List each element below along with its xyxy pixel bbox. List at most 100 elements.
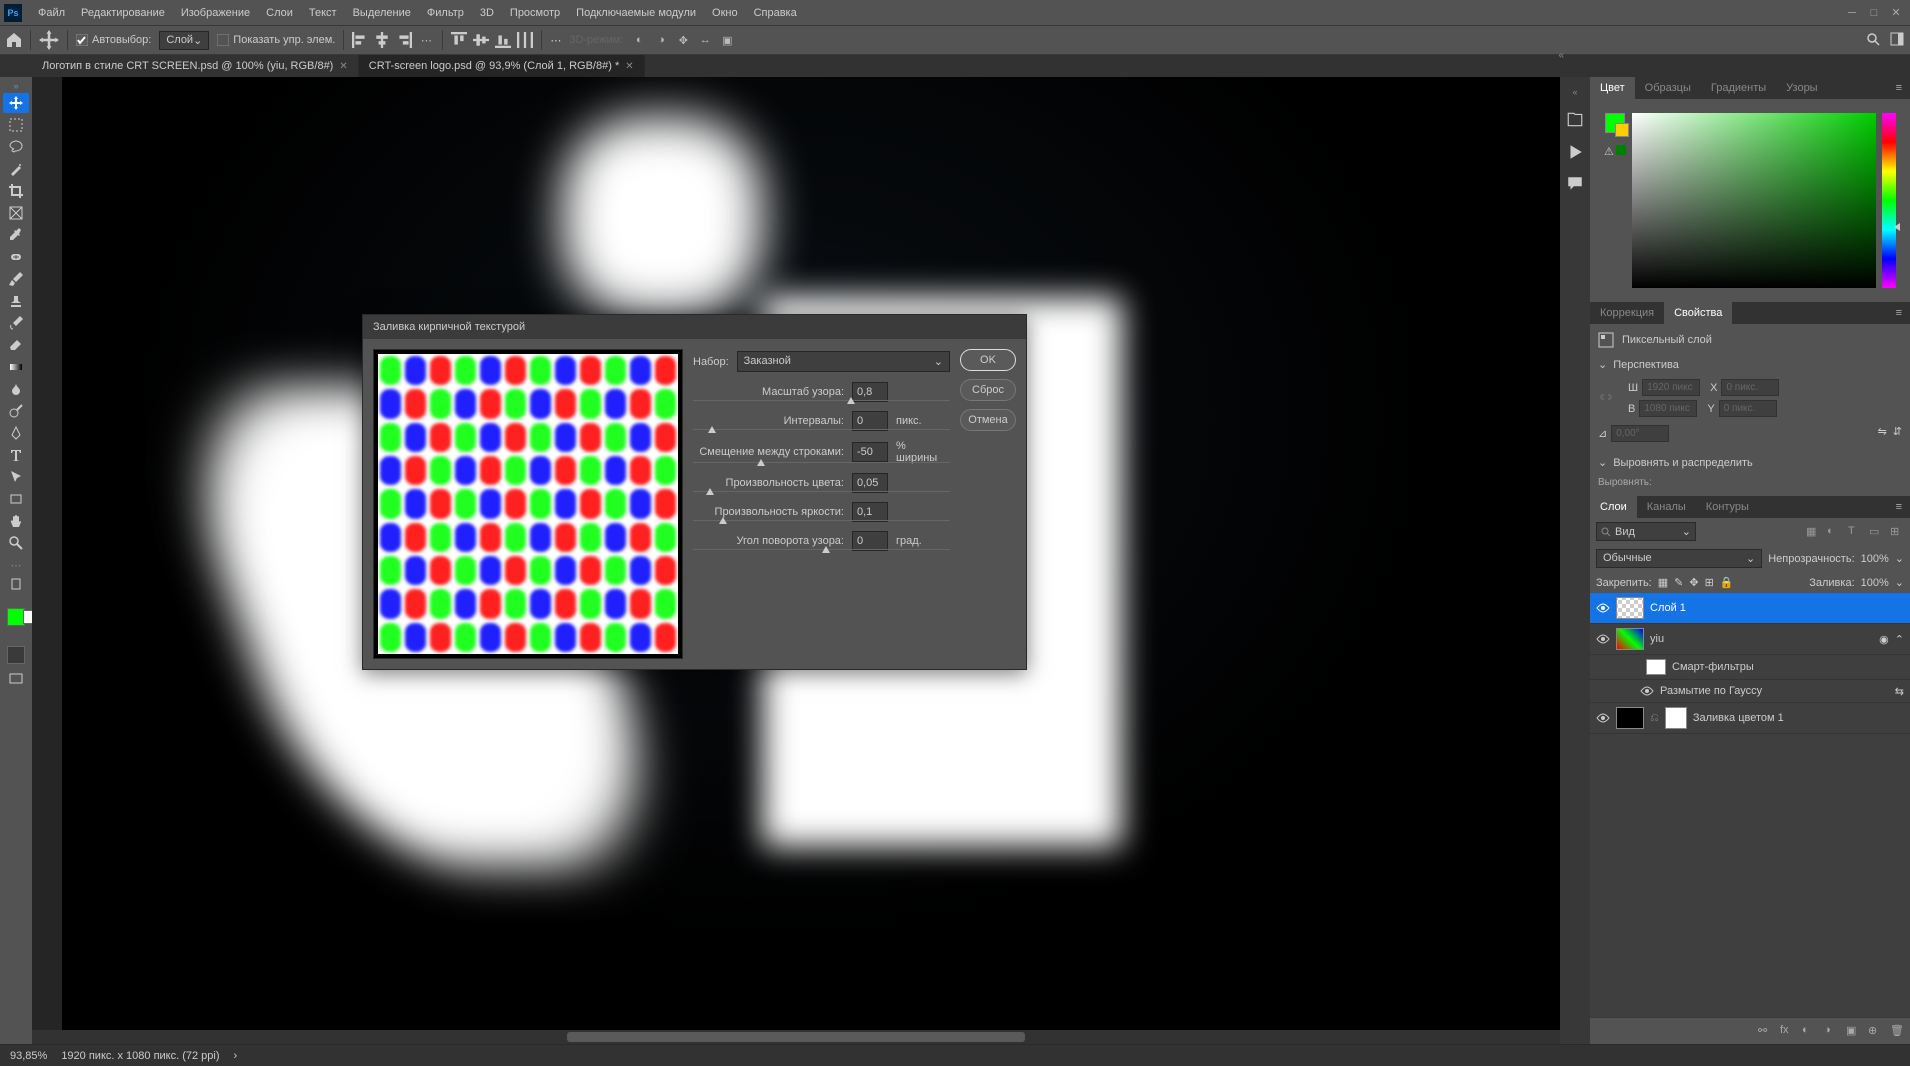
tool-dodge[interactable] bbox=[3, 401, 29, 421]
panel-menu-icon[interactable]: ≡ bbox=[1888, 77, 1910, 99]
color-random-input[interactable] bbox=[852, 473, 888, 493]
tool-edit-toolbar[interactable] bbox=[3, 574, 29, 594]
filter-smart-icon[interactable]: ⊞ bbox=[1890, 525, 1904, 539]
tool-zoom[interactable] bbox=[3, 533, 29, 553]
mask-icon[interactable]: ◐ bbox=[1802, 1024, 1816, 1038]
tab-properties[interactable]: Свойства bbox=[1664, 302, 1732, 324]
opacity-value[interactable]: 100% bbox=[1861, 553, 1889, 565]
chevron-down-icon[interactable]: ⌄ bbox=[1598, 358, 1607, 371]
new-layer-icon[interactable]: ⊕ bbox=[1868, 1024, 1882, 1038]
tab-paths[interactable]: Контуры bbox=[1696, 496, 1759, 518]
lock-move-icon[interactable]: ✥ bbox=[1689, 576, 1698, 589]
more-options-icon[interactable]: ⋯ bbox=[550, 34, 561, 47]
comments-icon[interactable] bbox=[1566, 175, 1584, 193]
pattern-scale-slider[interactable] bbox=[693, 400, 950, 401]
menu-plugins[interactable]: Подключаемые модули bbox=[568, 3, 704, 23]
menu-text[interactable]: Текст bbox=[301, 3, 345, 23]
tab-patterns[interactable]: Узоры bbox=[1776, 77, 1827, 99]
tool-hand[interactable] bbox=[3, 511, 29, 531]
screenmode-icon[interactable] bbox=[9, 672, 23, 689]
layer-row[interactable]: ⎌ Заливка цветом 1 bbox=[1590, 703, 1910, 734]
doc-tab-2[interactable]: CRT-screen logo.psd @ 93,9% (Слой 1, RGB… bbox=[359, 55, 645, 77]
home-icon[interactable] bbox=[6, 32, 22, 48]
tab-swatches[interactable]: Образцы bbox=[1635, 77, 1701, 99]
tool-gradient[interactable] bbox=[3, 357, 29, 377]
tool-brush[interactable] bbox=[3, 269, 29, 289]
bright-random-input[interactable] bbox=[852, 502, 888, 522]
bright-random-slider[interactable] bbox=[693, 520, 950, 521]
menu-layers[interactable]: Слои bbox=[258, 3, 301, 23]
distribute-icon[interactable] bbox=[517, 32, 533, 48]
tool-frame[interactable] bbox=[3, 203, 29, 223]
cancel-button[interactable]: Отмена bbox=[960, 409, 1016, 431]
search-icon[interactable] bbox=[1866, 32, 1880, 49]
lock-paint-icon[interactable]: ✎ bbox=[1674, 576, 1683, 589]
ok-button[interactable]: OK bbox=[960, 349, 1016, 371]
tool-move[interactable] bbox=[3, 93, 29, 113]
tab-layers[interactable]: Слои bbox=[1590, 496, 1637, 518]
tool-history-brush[interactable] bbox=[3, 313, 29, 333]
tool-eraser[interactable] bbox=[3, 335, 29, 355]
panel-menu-icon[interactable]: ≡ bbox=[1888, 302, 1910, 324]
canvas-area[interactable]: Заливка кирпичной текстурой Набор: Заказ… bbox=[32, 77, 1560, 1044]
tab-color[interactable]: Цвет bbox=[1590, 77, 1635, 99]
align-middle-icon[interactable] bbox=[473, 32, 489, 48]
libraries-icon[interactable] bbox=[1566, 111, 1584, 129]
row-offset-input[interactable] bbox=[852, 442, 888, 462]
layer-row[interactable]: Слой 1 bbox=[1590, 593, 1910, 624]
tool-blur[interactable] bbox=[3, 379, 29, 399]
link-dims-icon[interactable] bbox=[1598, 390, 1614, 406]
link-layers-icon[interactable]: ⚯ bbox=[1758, 1024, 1772, 1038]
delete-icon[interactable]: 🗑 bbox=[1890, 1024, 1904, 1038]
menu-select[interactable]: Выделение bbox=[345, 3, 419, 23]
x-input[interactable]: 0 пикс. bbox=[1721, 379, 1779, 396]
menu-filter[interactable]: Фильтр bbox=[419, 3, 472, 23]
tool-lasso[interactable] bbox=[3, 137, 29, 157]
tab-close-icon[interactable]: ✕ bbox=[339, 61, 347, 72]
group-icon[interactable]: ▣ bbox=[1846, 1024, 1860, 1038]
layer-filter-dropdown[interactable]: Вид ⌄ bbox=[1596, 522, 1696, 541]
tab-close-icon[interactable]: ✕ bbox=[625, 61, 633, 72]
spacing-slider[interactable] bbox=[693, 429, 950, 430]
visibility-icon[interactable] bbox=[1596, 632, 1610, 646]
close-icon[interactable]: ✕ bbox=[1886, 5, 1906, 21]
chevron-down-icon[interactable]: ⌄ bbox=[1598, 456, 1607, 469]
menu-edit[interactable]: Редактирование bbox=[73, 3, 173, 23]
tool-type[interactable] bbox=[3, 445, 29, 465]
fg-bg-swatches[interactable] bbox=[1605, 113, 1625, 133]
color-picker-field[interactable] bbox=[1632, 113, 1876, 288]
fx-icon[interactable]: fx bbox=[1780, 1024, 1794, 1038]
visibility-icon[interactable] bbox=[1640, 684, 1654, 698]
tool-eyedropper[interactable] bbox=[3, 225, 29, 245]
align-left-icon[interactable] bbox=[352, 32, 368, 48]
collapse-panels-icon[interactable]: « bbox=[1558, 50, 1564, 61]
spacing-input[interactable] bbox=[852, 411, 888, 431]
doc-info[interactable]: 1920 пикс. x 1080 пикс. (72 ppi) bbox=[61, 1050, 219, 1062]
menu-window[interactable]: Окно bbox=[704, 3, 746, 23]
tool-stamp[interactable] bbox=[3, 291, 29, 311]
tool-pen[interactable] bbox=[3, 423, 29, 443]
align-more-icon[interactable]: ⋯ bbox=[418, 32, 434, 48]
layer-row[interactable]: Смарт-фильтры bbox=[1590, 655, 1910, 680]
show-transform-checkbox[interactable]: Показать упр. элем. bbox=[217, 34, 335, 46]
horizontal-scrollbar[interactable] bbox=[32, 1030, 1560, 1044]
menu-image[interactable]: Изображение bbox=[173, 3, 258, 23]
tool-marquee[interactable] bbox=[3, 115, 29, 135]
visibility-icon[interactable] bbox=[1596, 711, 1610, 725]
color-swatches[interactable] bbox=[7, 602, 25, 626]
flip-v-icon[interactable]: ⇵ bbox=[1893, 425, 1902, 442]
maximize-icon[interactable]: □ bbox=[1864, 5, 1884, 21]
tool-wand[interactable] bbox=[3, 159, 29, 179]
tool-rectangle[interactable] bbox=[3, 489, 29, 509]
filter-shape-icon[interactable]: ▭ bbox=[1869, 525, 1883, 539]
expand-icon[interactable]: ⌃ bbox=[1895, 633, 1904, 646]
doc-tab-1[interactable]: Логотип в стиле CRT SCREEN.psd @ 100% (y… bbox=[32, 55, 359, 77]
menu-view[interactable]: Просмотр bbox=[502, 3, 568, 23]
tab-gradients[interactable]: Градиенты bbox=[1701, 77, 1776, 99]
align-top-icon[interactable] bbox=[451, 32, 467, 48]
workspace-icon[interactable] bbox=[1890, 32, 1904, 49]
set-dropdown[interactable]: Заказной⌄ bbox=[737, 351, 950, 372]
blend-mode-dropdown[interactable]: Обычные⌄ bbox=[1596, 549, 1762, 568]
filter-settings-icon[interactable]: ⇆ bbox=[1895, 685, 1904, 698]
autoselect-type-dropdown[interactable]: Слой⌄ bbox=[159, 31, 209, 50]
